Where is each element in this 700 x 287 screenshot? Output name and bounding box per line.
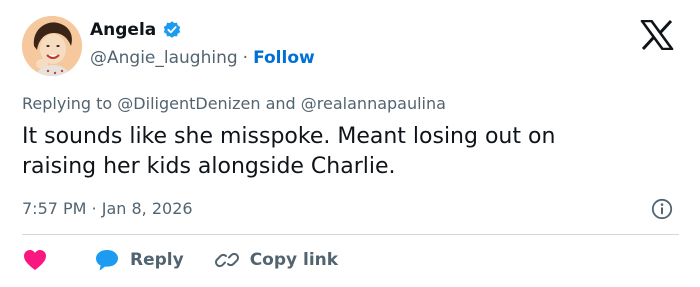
x-logo-icon[interactable]	[640, 20, 674, 50]
tweet-timestamp[interactable]: 7:57 PM · Jan 8, 2026	[22, 199, 193, 218]
avatar[interactable]	[22, 16, 82, 76]
speech-bubble-icon	[96, 250, 118, 271]
reply-button[interactable]: Reply	[94, 248, 184, 272]
author-handle-row: @Angie_laughing · Follow	[90, 48, 315, 68]
mention-link-1[interactable]: @DiligentDenizen	[117, 94, 260, 113]
follow-button[interactable]: Follow	[253, 48, 315, 68]
replying-prefix: Replying to	[22, 94, 113, 113]
author-name-row: Angela	[90, 20, 182, 40]
handle-separator: ·	[242, 48, 249, 68]
replying-to-line: Replying to @DiligentDenizen and @realan…	[22, 94, 446, 113]
divider	[22, 234, 679, 235]
avatar-illustration	[22, 16, 82, 76]
link-icon	[214, 252, 239, 268]
like-button[interactable]	[22, 248, 94, 272]
tweet-embed-card: Angela @Angie_laughing · Follow Replying…	[0, 0, 700, 287]
heart-icon	[24, 250, 46, 270]
author-display-name[interactable]: Angela	[90, 20, 156, 40]
mention-link-2[interactable]: @realannapaulina	[301, 94, 446, 113]
info-icon[interactable]	[651, 198, 673, 220]
author-handle[interactable]: @Angie_laughing	[90, 48, 238, 68]
reply-label: Reply	[130, 250, 184, 270]
tweet-text-line: raising her kids alongside Charlie.	[22, 154, 396, 179]
copy-link-label: Copy link	[249, 250, 339, 270]
tweet-text: It sounds like she misspoke. Meant losin…	[22, 122, 662, 182]
replying-conjunction: and	[265, 94, 296, 113]
verified-badge-icon	[164, 21, 181, 38]
copy-link-button[interactable]: Copy link	[214, 248, 338, 272]
tweet-text-line: It sounds like she misspoke. Meant losin…	[22, 124, 556, 149]
action-bar: Reply Copy link	[22, 246, 338, 274]
